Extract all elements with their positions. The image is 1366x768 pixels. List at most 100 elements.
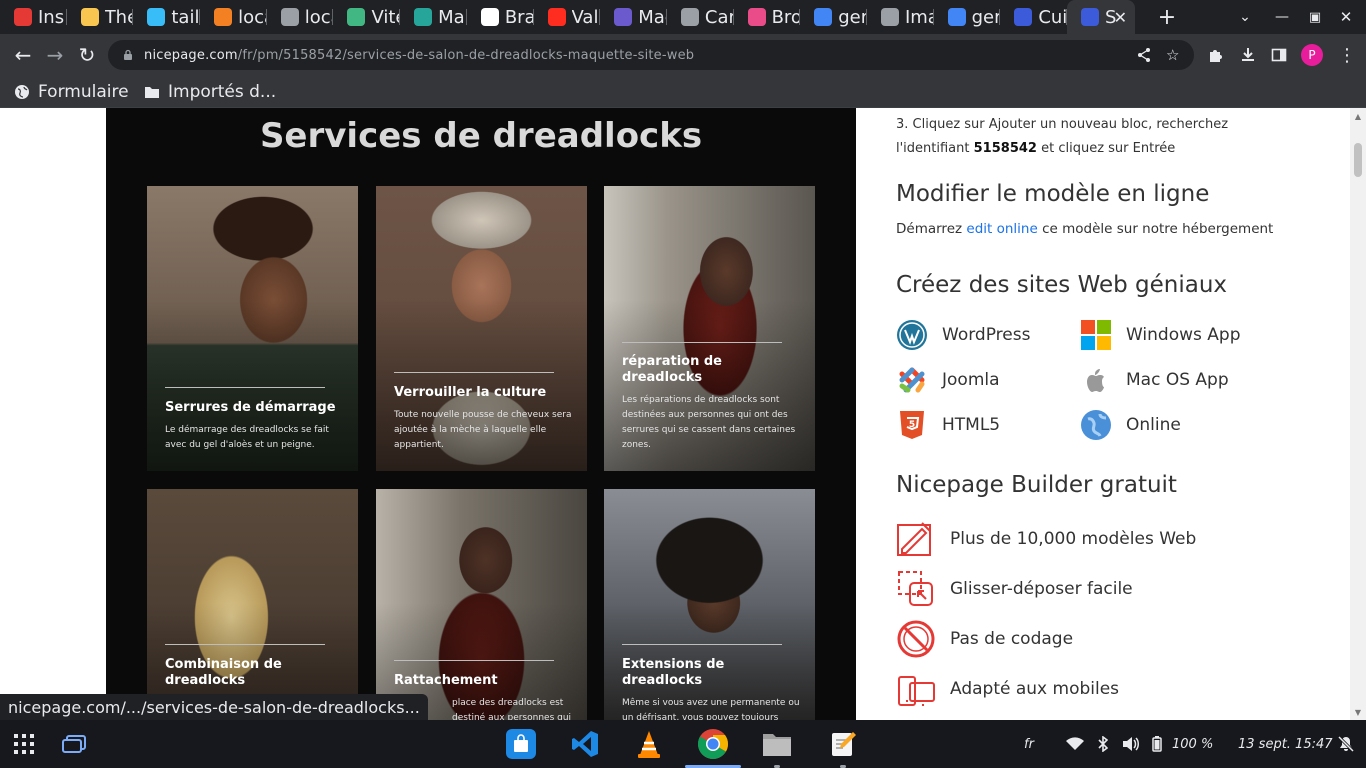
store-bag-icon [506,729,536,759]
service-card[interactable]: Rattachement place des dreadlocks est de… [376,489,587,720]
bookmark-folder-imported[interactable]: Importés d... [144,80,276,104]
extensions-puzzle-icon[interactable] [1207,34,1225,76]
platform-macos[interactable]: Mac OS App [1080,364,1229,396]
nicepage-icon [1014,8,1033,26]
notifications-off-icon[interactable] [1338,720,1354,768]
import-step-text: 3. Cliquez sur Ajouter un nouveau bloc, … [896,113,1236,161]
browser-tab[interactable]: Vite [333,0,400,34]
minimize-button[interactable]: — [1270,0,1294,34]
text-editor-app[interactable] [826,720,860,768]
platform-html5[interactable]: 5 HTML5 [896,409,1000,441]
software-store-app[interactable] [504,720,538,768]
platform-label: Mac OS App [1126,370,1229,390]
wordpress-icon [896,319,928,351]
reload-button[interactable]: ↻ [72,34,102,76]
chrome-app[interactable] [685,720,741,768]
address-bar[interactable]: nicepage.com/fr/pm/5158542/services-de-s… [108,40,1194,70]
scroll-up-arrow-icon[interactable]: ▲ [1350,108,1366,124]
platform-label: Joomla [942,370,1000,390]
platform-joomla[interactable]: Joomla [896,364,1000,396]
browser-tab[interactable]: loca [267,0,333,34]
close-tab-icon[interactable]: ✕ [1114,8,1127,27]
card-text: place des dreadlocks est destiné aux per… [452,698,572,720]
side-panel-icon[interactable] [1271,34,1287,76]
edit-online-link[interactable]: edit online [966,221,1037,237]
tab-active[interactable]: S ✕ [1067,0,1135,34]
scrollbar-thumb[interactable] [1354,143,1362,177]
bookmark-label: Importés d... [168,82,277,102]
browser-tab[interactable]: Ins [0,0,67,34]
files-app[interactable] [760,720,794,768]
service-card[interactable]: Verrouiller la culture Toute nouvelle po… [376,186,587,471]
vscode-app[interactable] [568,720,602,768]
browser-tab[interactable]: loca [200,0,267,34]
folder-icon [763,734,791,756]
bluetooth-icon[interactable] [1098,720,1108,768]
platform-online[interactable]: Online [1080,409,1181,441]
browser-tab[interactable]: Mac [600,0,667,34]
notepad-pencil-icon [832,732,856,756]
service-card[interactable]: Serrures de démarrage Le démarrage des d… [147,186,358,471]
tab-title: Bro [771,6,801,28]
browser-tab[interactable]: ger [934,0,1001,34]
url-host: nicepage.com [144,47,238,63]
tab-strip: Ins The tail loca loca Vite Mai Bra Vali Mac Car Br… [0,0,1366,34]
platform-wordpress[interactable]: WordPress [896,319,1030,351]
vscode-icon [572,731,598,757]
template-preview[interactable]: Services de dreadlocks Serrures de démar… [106,108,856,720]
tab-title: ger [838,6,867,28]
vlc-app[interactable] [632,720,666,768]
card-divider [394,372,554,373]
url-text: nicepage.com/fr/pm/5158542/services-de-s… [144,48,694,63]
page-scrollbar[interactable] [1350,108,1366,720]
download-icon[interactable] [1239,34,1257,76]
service-card[interactable]: Extensions de dreadlocks Même si vous av… [604,489,815,720]
feature-no-code: Pas de codage [896,619,1073,659]
forward-button[interactable]: → [40,34,70,76]
back-button[interactable]: ← [8,34,38,76]
browser-tab[interactable]: ger [800,0,867,34]
browser-tab[interactable]: Bra [467,0,534,34]
wifi-icon[interactable] [1066,720,1084,768]
f-logo-icon [614,8,633,26]
dribbble-icon [747,8,766,26]
card-title: Verrouiller la culture [394,385,547,400]
close-window-button[interactable]: ✕ [1334,0,1358,34]
web-page: Services de dreadlocks Serrures de démar… [0,108,1350,720]
card-title: réparation de dreadlocks [622,354,722,385]
platform-label: Windows App [1126,325,1241,345]
menu-kebab-icon[interactable]: ⋮ [1338,34,1356,76]
browser-tab[interactable]: Cui [1000,0,1067,34]
bookmarks-bar: Formulaire Importés d... [0,76,1366,108]
platform-windows[interactable]: Windows App [1080,319,1241,351]
volume-icon[interactable] [1122,720,1140,768]
scroll-down-arrow-icon[interactable]: ▼ [1350,704,1366,720]
tab-title: ger [971,6,1001,28]
feature-templates: Plus de 10,000 modèles Web [896,519,1196,559]
service-card[interactable]: Combinaison de dreadlocks [147,489,358,720]
battery-icon[interactable] [1152,720,1162,768]
window-overview-icon[interactable] [58,720,90,768]
browser-tab[interactable]: The [67,0,133,34]
browser-tab[interactable]: tail [133,0,200,34]
app-launcher-grid-icon[interactable] [8,720,40,768]
browser-tab[interactable]: Bro [734,0,801,34]
browser-tab[interactable]: Ima [867,0,934,34]
profile-avatar[interactable]: P [1301,44,1323,66]
service-card[interactable]: réparation de dreadlocks Les réparations… [604,186,815,471]
share-icon[interactable] [1136,40,1152,70]
bookmark-formulaire[interactable]: Formulaire [14,80,129,104]
feature-label: Pas de codage [950,629,1074,649]
bookmark-star-icon[interactable]: ☆ [1166,40,1179,70]
tab-search-chevron-icon[interactable]: ⌄ [1232,0,1258,34]
browser-tab[interactable]: Car [667,0,734,34]
clock-datetime[interactable]: 13 sept. 15:47 [1238,720,1333,768]
maximize-button[interactable]: ▣ [1303,0,1327,34]
tab-title: Bra [504,6,534,28]
new-tab-button[interactable]: + [1154,0,1180,34]
browser-tab[interactable]: Vali [534,0,600,34]
keyboard-language[interactable]: fr [1024,720,1034,768]
browser-tab[interactable]: Mai [400,0,467,34]
folder-icon [144,84,160,100]
feature-label: Adapté aux mobiles [950,679,1120,699]
